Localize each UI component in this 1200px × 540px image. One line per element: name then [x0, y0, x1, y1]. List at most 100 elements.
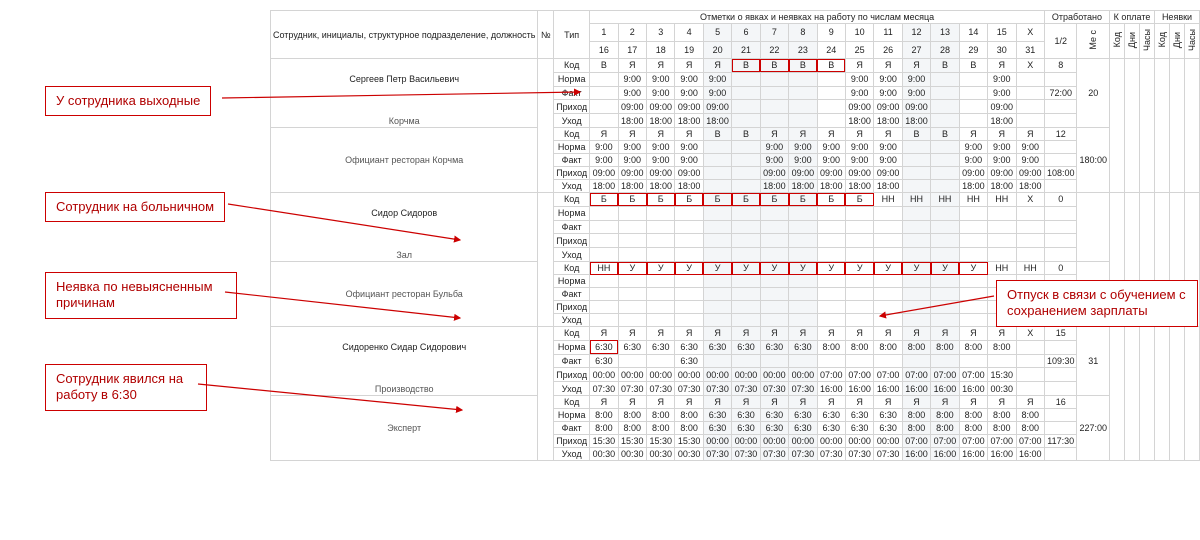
cell: 07:00 — [902, 435, 930, 448]
cell: 07:30 — [789, 382, 817, 396]
cell — [959, 220, 987, 234]
cell — [675, 275, 703, 288]
cell: 9:00 — [647, 86, 675, 100]
cell: 18:00 — [988, 180, 1016, 193]
cell: 09:00 — [760, 167, 788, 180]
cell: 07:30 — [845, 448, 873, 461]
cell: 8:00 — [874, 340, 902, 354]
cell — [959, 234, 987, 248]
cell: 9:00 — [988, 154, 1016, 167]
employee-dept: Официант ресторан Бульба — [271, 262, 538, 327]
cell — [618, 220, 646, 234]
cell: 18:00 — [647, 114, 675, 128]
ann-study: Отпуск в связи с обучением с сохранением… — [996, 280, 1198, 327]
cell: У — [618, 262, 646, 275]
half-val — [1044, 382, 1077, 396]
blank — [1155, 59, 1170, 193]
cell: У — [703, 262, 731, 275]
cell — [931, 206, 959, 220]
cell: 18:00 — [1016, 180, 1044, 193]
cell — [817, 114, 845, 128]
col-half: 1/2 — [1044, 24, 1077, 59]
cell: 07:00 — [959, 368, 987, 382]
cell — [732, 180, 760, 193]
cell — [902, 275, 930, 288]
cell — [703, 234, 731, 248]
cell — [675, 301, 703, 314]
cell: 9:00 — [703, 72, 731, 86]
cell: Я — [675, 59, 703, 73]
cell — [931, 167, 959, 180]
day-bot: 31 — [1016, 41, 1044, 59]
blank — [1155, 327, 1170, 461]
cell: 6:30 — [760, 340, 788, 354]
cell: Б — [732, 193, 760, 207]
row-type: Код — [554, 193, 590, 207]
row-type: Факт — [554, 220, 590, 234]
day-top: 5 — [703, 24, 731, 42]
cell: Я — [618, 396, 646, 409]
col-month: Ме с — [1077, 24, 1110, 59]
cell — [902, 220, 930, 234]
cell — [902, 354, 930, 368]
cell — [1016, 382, 1044, 396]
day-bot: 21 — [732, 41, 760, 59]
cell — [988, 220, 1016, 234]
cell — [703, 354, 731, 368]
cell: Я — [931, 396, 959, 409]
abs-code: Код — [1155, 24, 1170, 59]
day-top: 12 — [902, 24, 930, 42]
cell: Я — [959, 396, 987, 409]
cell: 6:30 — [732, 422, 760, 435]
cell: 07:30 — [675, 382, 703, 396]
half-val: 109:30 — [1044, 354, 1077, 368]
cell — [732, 234, 760, 248]
cell: 18:00 — [618, 180, 646, 193]
cell — [931, 314, 959, 327]
cell: В — [931, 59, 959, 73]
day-bot: 19 — [675, 41, 703, 59]
cell: 9:00 — [902, 72, 930, 86]
cell — [902, 301, 930, 314]
day-bot: 24 — [817, 41, 845, 59]
cell: 6:30 — [874, 422, 902, 435]
cell — [789, 206, 817, 220]
cell: 9:00 — [959, 141, 987, 154]
cell — [732, 248, 760, 262]
cell: У — [675, 262, 703, 275]
cell: 15:30 — [647, 435, 675, 448]
cell — [675, 234, 703, 248]
cell — [760, 114, 788, 128]
cell — [732, 288, 760, 301]
row-type: Норма — [554, 340, 590, 354]
cell — [1016, 340, 1044, 354]
cell — [902, 234, 930, 248]
cell: 6:30 — [675, 354, 703, 368]
month-val: 227:00 — [1077, 396, 1110, 461]
half-val — [1044, 220, 1077, 234]
cell: В — [703, 128, 731, 141]
abs-days: Дни — [1170, 24, 1185, 59]
cell — [931, 141, 959, 154]
cell — [647, 220, 675, 234]
cell: 8:00 — [1016, 409, 1044, 422]
cell: НН — [931, 193, 959, 207]
day-bot: 22 — [760, 41, 788, 59]
cell: 18:00 — [647, 180, 675, 193]
cell — [789, 114, 817, 128]
cell: 9:00 — [618, 86, 646, 100]
half-val — [1044, 409, 1077, 422]
cell: 09:00 — [647, 100, 675, 114]
half-val — [1044, 100, 1077, 114]
cell — [760, 206, 788, 220]
cell: Я — [845, 128, 873, 141]
cell: 6:30 — [703, 409, 731, 422]
cell — [902, 141, 930, 154]
cell: 09:00 — [845, 167, 873, 180]
cell — [732, 314, 760, 327]
cell: 16:00 — [902, 382, 930, 396]
cell: 9:00 — [789, 154, 817, 167]
row-type: Код — [554, 396, 590, 409]
cell: 09:00 — [988, 167, 1016, 180]
col-worked: Отработано — [1044, 11, 1109, 24]
